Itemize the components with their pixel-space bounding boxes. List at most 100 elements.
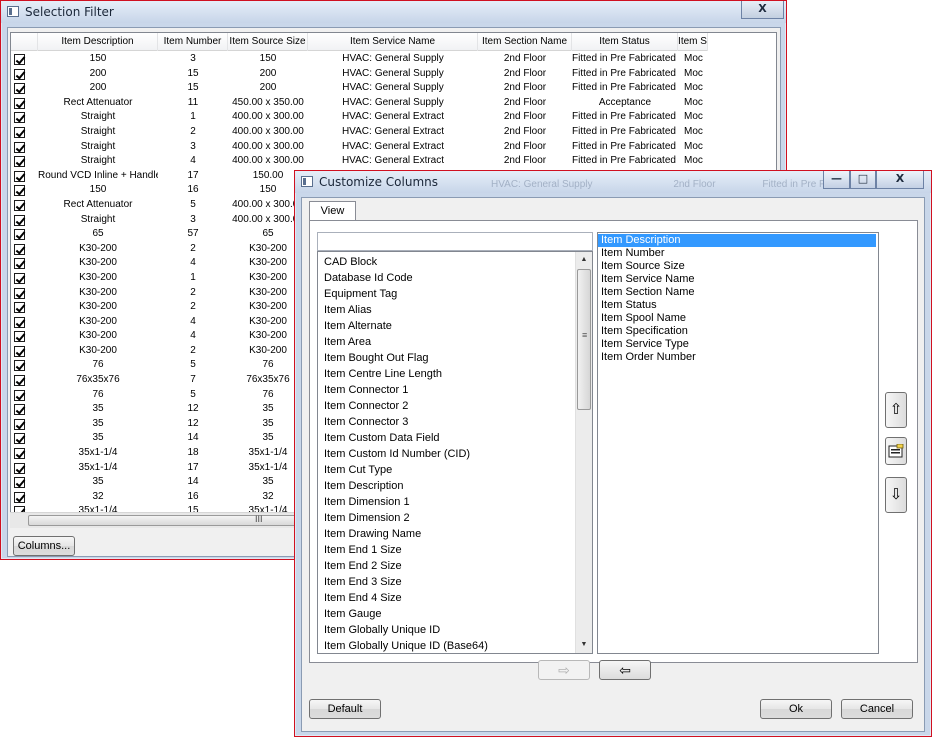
list-item[interactable]: Item End 1 Size bbox=[318, 542, 592, 558]
row-checkbox[interactable] bbox=[11, 213, 38, 228]
row-checkbox[interactable] bbox=[11, 402, 38, 417]
title-bar[interactable]: Customize Columns HVAC: General Supply 2… bbox=[295, 171, 931, 193]
list-item[interactable]: Item End 4 Size bbox=[318, 590, 592, 606]
checked-checkbox-icon[interactable] bbox=[14, 185, 25, 197]
row-checkbox[interactable] bbox=[11, 96, 38, 111]
move-up-button[interactable]: ⇧ bbox=[885, 392, 907, 428]
list-item[interactable]: Item Alternate bbox=[318, 318, 592, 334]
list-item[interactable]: Item Service Type bbox=[598, 338, 878, 351]
tab-view[interactable]: View bbox=[309, 201, 356, 221]
row-checkbox[interactable] bbox=[11, 373, 38, 388]
list-item[interactable]: Item Status bbox=[598, 299, 878, 312]
row-checkbox[interactable] bbox=[11, 286, 38, 301]
row-checkbox[interactable] bbox=[11, 198, 38, 213]
list-item[interactable]: Item Drawing Name bbox=[318, 526, 592, 542]
checked-checkbox-icon[interactable] bbox=[14, 156, 25, 168]
checked-checkbox-icon[interactable] bbox=[14, 375, 25, 387]
row-checkbox[interactable] bbox=[11, 461, 38, 476]
list-item[interactable]: Item Connector 3 bbox=[318, 414, 592, 430]
checked-checkbox-icon[interactable] bbox=[14, 83, 25, 95]
list-item[interactable]: Item Centre Line Length bbox=[318, 366, 592, 382]
list-item[interactable]: Item Alias bbox=[318, 302, 592, 318]
list-item[interactable]: Item Spool Name bbox=[598, 312, 878, 325]
list-item[interactable]: Item Bought Out Flag bbox=[318, 350, 592, 366]
row-checkbox[interactable] bbox=[11, 271, 38, 286]
default-button[interactable]: Default bbox=[309, 699, 381, 719]
checked-checkbox-icon[interactable] bbox=[14, 272, 25, 284]
checked-checkbox-icon[interactable] bbox=[14, 126, 25, 138]
list-item[interactable]: Item Gauge bbox=[318, 606, 592, 622]
table-row[interactable]: 200 15 200 HVAC: General Supply 2nd Floor Fit… bbox=[11, 81, 708, 96]
table-row[interactable]: Straight 1 400.00 x 300.00 HVAC: General Ex… bbox=[11, 110, 708, 125]
list-item[interactable]: Equipment Tag bbox=[318, 286, 592, 302]
table-row[interactable]: Straight 4 400.00 x 300.00 HVAC: General Ex… bbox=[11, 154, 708, 169]
column-header-check[interactable] bbox=[11, 33, 38, 51]
table-row[interactable]: 150 3 150 HVAC: General Supply 2nd Floor Fitt… bbox=[11, 52, 708, 67]
list-item[interactable]: CAD Block bbox=[318, 254, 592, 270]
row-checkbox[interactable] bbox=[11, 300, 38, 315]
row-checkbox[interactable] bbox=[11, 52, 38, 67]
checked-checkbox-icon[interactable] bbox=[14, 448, 25, 460]
checked-checkbox-icon[interactable] bbox=[14, 462, 25, 474]
column-header[interactable]: Item S bbox=[678, 33, 708, 51]
list-item[interactable]: Item Custom Data Field bbox=[318, 430, 592, 446]
row-checkbox[interactable] bbox=[11, 344, 38, 359]
list-item[interactable]: Item Description bbox=[318, 478, 592, 494]
list-item[interactable]: Item Section Name bbox=[598, 286, 878, 299]
checked-checkbox-icon[interactable] bbox=[14, 112, 25, 124]
row-checkbox[interactable] bbox=[11, 81, 38, 96]
row-checkbox[interactable] bbox=[11, 256, 38, 271]
list-item[interactable]: Item End 2 Size bbox=[318, 558, 592, 574]
checked-checkbox-icon[interactable] bbox=[14, 214, 25, 226]
column-header[interactable]: Item Source Size bbox=[228, 33, 308, 51]
checked-checkbox-icon[interactable] bbox=[14, 360, 25, 372]
row-checkbox[interactable] bbox=[11, 358, 38, 373]
move-down-button[interactable]: ⇩ bbox=[885, 477, 907, 513]
row-checkbox[interactable] bbox=[11, 110, 38, 125]
list-item[interactable]: Item Specification bbox=[598, 325, 878, 338]
list-item[interactable]: Item Order Number bbox=[598, 351, 878, 364]
checked-checkbox-icon[interactable] bbox=[14, 141, 25, 153]
search-input[interactable] bbox=[317, 232, 593, 251]
list-item[interactable]: Item Globally Unique ID bbox=[318, 622, 592, 638]
list-item[interactable]: Item Area bbox=[318, 334, 592, 350]
row-checkbox[interactable] bbox=[11, 329, 38, 344]
checked-checkbox-icon[interactable] bbox=[14, 316, 25, 328]
row-checkbox[interactable] bbox=[11, 67, 38, 82]
row-checkbox[interactable] bbox=[11, 125, 38, 140]
table-row[interactable]: Rect Attenuator 11 450.00 x 350.00 HVAC: Ge… bbox=[11, 96, 708, 111]
close-button[interactable]: X bbox=[876, 171, 924, 189]
list-item[interactable]: Item End 3 Size bbox=[318, 574, 592, 590]
checked-checkbox-icon[interactable] bbox=[14, 331, 25, 343]
list-item[interactable]: Item Custom Id Number (CID) bbox=[318, 446, 592, 462]
row-checkbox[interactable] bbox=[11, 388, 38, 403]
list-item[interactable]: Item Connector 1 bbox=[318, 382, 592, 398]
maximize-button[interactable]: □ bbox=[850, 171, 876, 189]
column-header[interactable]: Item Description bbox=[38, 33, 158, 51]
row-checkbox[interactable] bbox=[11, 154, 38, 169]
row-checkbox[interactable] bbox=[11, 490, 38, 505]
row-checkbox[interactable] bbox=[11, 140, 38, 155]
column-header[interactable]: Item Number bbox=[158, 33, 228, 51]
checked-checkbox-icon[interactable] bbox=[14, 54, 25, 65]
table-row[interactable]: Straight 2 400.00 x 300.00 HVAC: General Ex… bbox=[11, 125, 708, 140]
list-item[interactable]: Item Service Name bbox=[598, 273, 878, 286]
cancel-button[interactable]: Cancel bbox=[841, 699, 913, 719]
close-button[interactable]: X bbox=[741, 1, 784, 19]
checked-checkbox-icon[interactable] bbox=[14, 302, 25, 314]
minimize-button[interactable]: — bbox=[823, 171, 850, 189]
available-columns-list[interactable]: CAD Block Database Id Code Equipment Tag It… bbox=[317, 251, 593, 654]
list-item[interactable]: Item Cut Type bbox=[318, 462, 592, 478]
horizontal-scrollbar[interactable]: III bbox=[10, 512, 468, 528]
row-checkbox[interactable] bbox=[11, 169, 38, 184]
title-bar[interactable]: Selection Filter X bbox=[1, 1, 786, 23]
row-checkbox[interactable] bbox=[11, 446, 38, 461]
list-item[interactable]: Database Id Code bbox=[318, 270, 592, 286]
row-checkbox[interactable] bbox=[11, 417, 38, 432]
list-item[interactable]: Item Connector 2 bbox=[318, 398, 592, 414]
list-item[interactable]: Item Source Size bbox=[598, 260, 878, 273]
checked-checkbox-icon[interactable] bbox=[14, 229, 25, 241]
row-checkbox[interactable] bbox=[11, 431, 38, 446]
scrollbar-thumb[interactable]: ≡ bbox=[577, 269, 591, 410]
column-header[interactable]: Item Status bbox=[572, 33, 678, 51]
